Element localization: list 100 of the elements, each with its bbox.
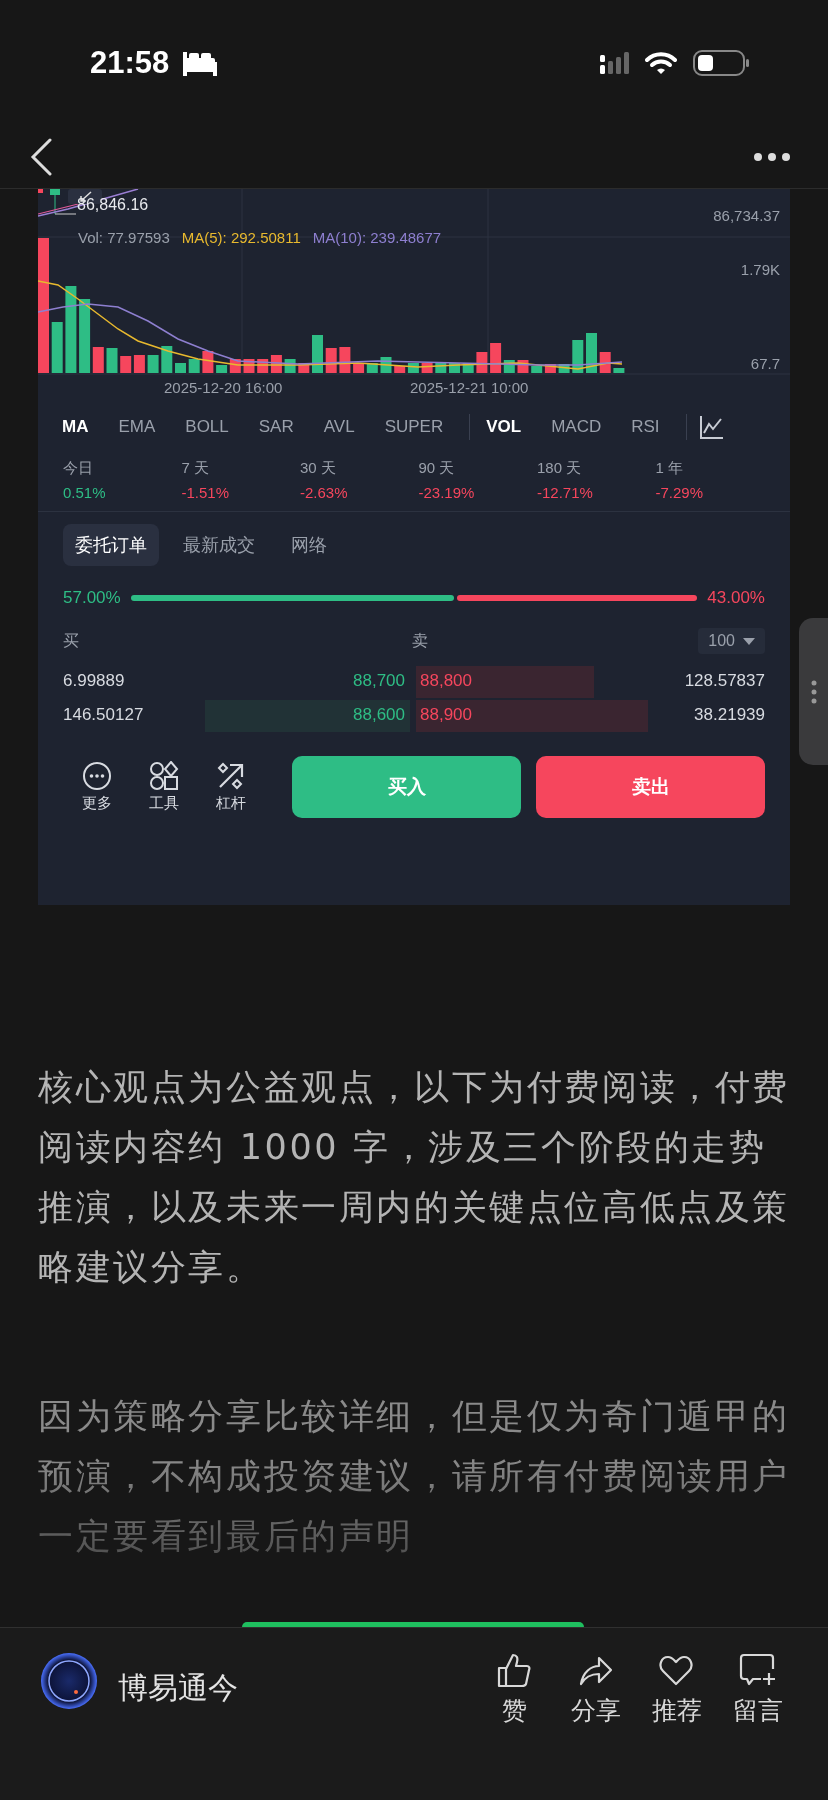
volume-bar [133,355,145,373]
bed-icon [181,49,218,76]
wifi-icon [645,50,677,75]
volume-bar [421,363,433,373]
indicator-tab[interactable]: SAR [254,417,310,437]
avatar[interactable] [40,1652,98,1710]
order-amount: 128.57837 [684,671,765,691]
volume-bar [284,359,296,373]
author-name[interactable]: 博易通今 [118,1668,474,1709]
volume-bar [298,363,310,373]
volume-bar [270,355,282,373]
volume-bar [586,333,597,373]
tool-button[interactable]: 杠杆 [197,761,265,813]
clock-time: 21:58 [90,44,170,81]
order-tab[interactable]: 网络 [279,524,339,566]
volume-bar [366,363,378,373]
tool-button[interactable]: 更多 [63,761,131,813]
indicator-tab[interactable]: MACD [547,417,618,437]
volume-bar [339,347,351,373]
period-label: 今日 [63,459,94,478]
indicator-tab[interactable]: VOL [482,417,538,437]
ma5-value: MA(5): 292.50811 [181,229,301,246]
volume-bar [353,363,365,373]
grip-icon [811,679,817,704]
tool-button[interactable]: 工具 [130,761,198,813]
axis-label: 2025-12-20 16:00 [164,379,283,396]
period-label: 180 天 [537,459,583,478]
volume-bar [161,346,173,373]
period-change: -1.51% [181,484,231,501]
axis-label: 2025-12-21 10:00 [410,379,529,396]
period-change: -12.71% [537,484,594,501]
order-amount: 6.99889 [63,671,126,691]
line-chart-icon[interactable] [698,415,724,439]
volume-bar [312,335,323,373]
depth-dropdown[interactable]: 100 [698,628,765,654]
order-price: 88,600 [352,705,405,725]
period-label: 7 天 [181,459,210,478]
period-label: 90 天 [418,459,456,478]
volume-bar [380,357,392,373]
side-handle[interactable] [799,618,828,765]
order-tab[interactable]: 最新成交 [171,524,267,566]
axis-label: 67.7 [750,355,780,372]
volume-bar [106,348,118,373]
price-label: 86,734.37 [713,207,780,224]
action-button[interactable]: 留言 [717,1652,798,1727]
period-label: 1 年 [655,459,684,478]
volume-bar [517,360,529,373]
paragraph: 核心观点为公益观点，以下为付费阅读，付费阅读内容约 1000 字，涉及三个阶段的走势推演，以及未来一周内的关键点位高低点及策略建议分享。 [38,1066,790,1289]
indicator-tab[interactable]: MA [58,417,105,437]
volume-bar [599,352,611,373]
more-icon[interactable] [754,152,790,161]
thumbs-up-icon [496,1652,533,1688]
volume-bar [572,340,584,373]
indicator-tab[interactable]: AVL [319,417,371,437]
volume-bar [51,322,63,373]
period-label: 30 天 [300,459,337,478]
volume-bar [147,355,159,373]
action-button[interactable]: 赞 [474,1652,555,1727]
signal-icon [600,51,629,74]
indicator-tab[interactable]: BOLL [181,417,245,437]
action-button[interactable]: 推荐 [636,1652,717,1727]
battery-icon [693,49,750,76]
indicator-tab[interactable]: SUPER [380,417,460,437]
indicator-tab[interactable]: EMA [114,417,172,437]
axis-label: 1.79K [740,261,780,278]
indicator-tab[interactable]: RSI [627,417,676,437]
volume-bar [476,352,488,373]
volume-bar [435,363,447,373]
volume-bar [188,359,200,373]
action-button[interactable]: 分享 [555,1652,636,1727]
volume-bar [407,363,419,373]
column-header: 卖 [412,630,429,651]
volume-bar [613,368,625,373]
order-tab[interactable]: 委托订单 [63,524,159,566]
volume-value: Vol: 77.97593 [78,229,170,246]
volume-bar [175,363,186,373]
period-change: 0.51% [63,484,107,501]
grid-icon [148,761,179,791]
paragraph: 因为策略分享比较详细，但是仅为奇门遁甲的预演，不构成投资建议，请所有付费阅读用户一定要看到最后的声明 [38,1395,790,1558]
volume-bar [558,364,570,373]
order-price: 88,700 [352,671,405,691]
volume-bar [202,351,214,373]
volume-bar [544,364,556,373]
sell-button[interactable]: 卖出 [536,756,765,818]
volume-bar [449,363,460,373]
back-icon[interactable] [30,137,52,176]
period-change: -7.29% [655,484,705,501]
column-header: 买 [63,630,79,651]
volume-bar [120,356,132,373]
period-change: -2.63% [300,484,349,501]
buy-ratio: 57.00% [63,588,121,608]
price-marker: 86,846.16 [77,196,149,214]
caret-icon [743,637,755,645]
order-price: 88,900 [420,705,472,725]
volume-bar [257,359,269,373]
ma10-value: MA(10): 239.48677 [312,229,442,246]
more-icon [81,761,112,791]
volume-bar [325,348,337,373]
sell-ratio: 43.00% [707,588,765,608]
order-amount: 146.50127 [63,705,145,725]
